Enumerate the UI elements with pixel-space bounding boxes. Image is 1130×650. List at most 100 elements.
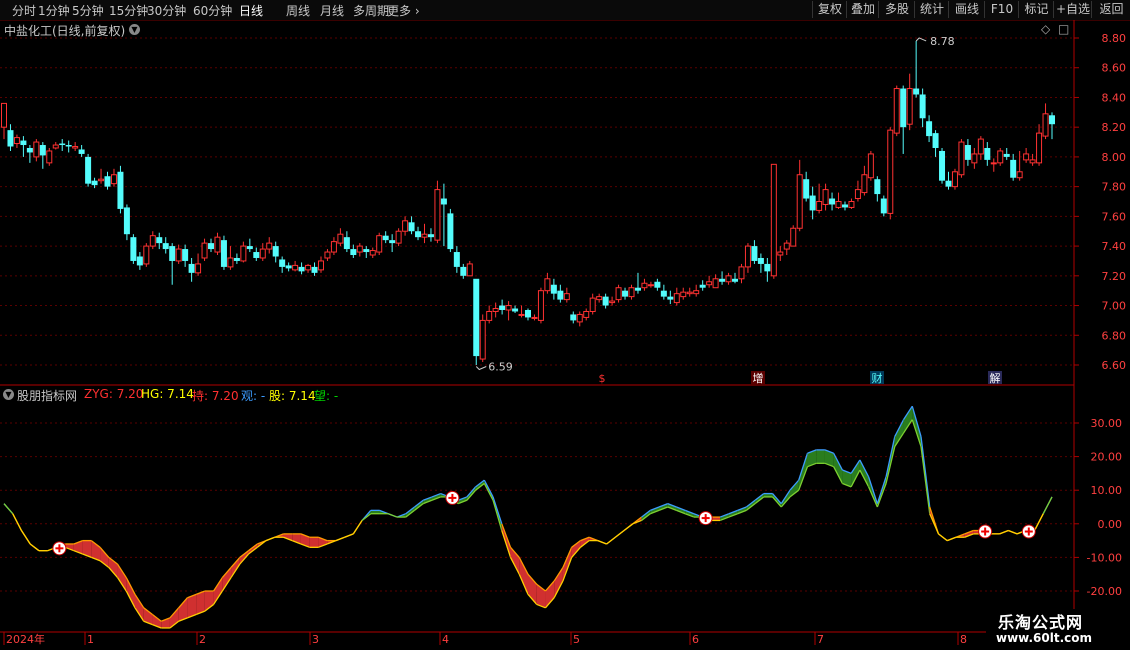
candle-body-up [537,290,544,321]
price-tick-label: 7.40 [1102,240,1127,253]
candle-body-up [143,245,150,265]
time-tick-label: 5 [573,633,580,646]
candle-body-down [382,235,389,241]
candle-body-down [363,249,370,253]
candle-body-down [926,121,933,137]
candle-body-down [85,156,92,184]
candle-body-down [272,246,279,257]
candle-body-up [330,241,337,253]
candle-body-up [421,233,428,238]
candle-body-up [324,251,331,259]
band-upper-line [876,476,887,504]
candle-body-down [253,252,260,258]
candle-body-up [149,235,156,247]
low-label: 6.59 [488,360,513,373]
candle-body-up [958,141,965,176]
candle-body-up [867,153,874,179]
candle-body-up [628,287,635,298]
candle-body-up [52,144,59,149]
band-upper-line [885,436,896,477]
candle-body-down [220,240,227,267]
candle-body-down [764,263,771,272]
price-tick-label: 8.60 [1102,62,1127,75]
band-segment [117,564,127,591]
event-marker: 财 [872,371,883,385]
candle-body-up [201,242,208,259]
price-tick-label: 6.60 [1102,359,1127,372]
candle-body-up [693,290,700,295]
candle-body-down [415,231,422,238]
band-lower-line [606,536,616,545]
band-lower-line [1033,513,1044,531]
candle-body-up [796,174,803,229]
candle-body-up [240,245,247,262]
candle-body-up [790,227,797,247]
candle-body-down [803,179,810,199]
band-lower-line [3,503,14,515]
band-lower-line [12,513,23,531]
ind-tick-label: 10.00 [1091,484,1123,497]
candle-body-up [1029,159,1036,164]
band-lower-line [946,536,957,542]
price-tick-label: 8.80 [1102,32,1127,45]
time-tick-label: 4 [442,633,449,646]
band-upper-line [492,496,503,525]
candle-body-up [259,248,266,259]
candle-body-down [939,150,946,181]
time-tick-label: 8 [960,633,967,646]
candle-body-up [1016,171,1023,179]
candle-body-down [829,198,836,205]
candle-body-down [699,284,706,288]
candle-body-up [492,308,499,312]
high-marker [915,37,927,42]
candle-body-up [466,263,473,277]
candle-body-down [208,243,215,250]
candle-body-up [1036,132,1043,164]
time-tick-label: 6 [692,633,699,646]
band-lower-line [483,483,494,501]
candle-body-down [285,265,292,269]
candle-body-up [356,245,363,253]
price-tick-label: 7.00 [1102,300,1127,313]
candle-body-down [557,290,564,300]
price-tick-label: 7.80 [1102,181,1127,194]
candle-body-up [434,189,441,241]
band-segment [135,594,144,622]
candle-body-down [809,195,816,211]
candle-body-up [816,201,823,211]
band-segment [816,449,825,464]
candle-body-down [460,266,467,276]
candle-body-up [1023,153,1030,161]
band-segment [309,537,319,548]
candle-body-up [725,275,732,283]
candle-body-down [26,147,33,153]
candle-body-up [214,236,221,253]
candle-body-up [376,235,383,253]
candle-body-up [1042,113,1049,137]
band-lower-line [265,536,275,542]
candle-body-up [609,300,616,304]
candle-body-down [512,308,519,312]
candle-body-down [550,284,557,294]
candle-body-down [182,249,189,261]
candle-body-down [104,176,111,187]
candle-body-down [964,145,971,160]
candle-body-down [719,278,726,282]
event-marker: 解 [990,371,1001,385]
candle-body-down [136,256,143,266]
band-lower-line [597,539,607,545]
candle-body-down [1049,115,1055,125]
candle-body-up [744,245,751,268]
candle-body-up [369,250,376,256]
candle-body-up [589,297,596,312]
chart-canvas[interactable]: 8.80 8.60 8.40 8.20 8.00 7.80 7.60 7.40 7.20 7.00… [0,0,1130,650]
candle-body-up [13,137,20,145]
low-marker [475,366,487,371]
watermark-title: 乐淘公式网 [998,613,1084,632]
candle-body-up [402,220,409,232]
candle-body-up [33,141,40,158]
candle-body-down [499,305,506,311]
candle-body-down [169,246,176,261]
candle-body-up [98,178,105,182]
candle-body-down [913,88,920,95]
